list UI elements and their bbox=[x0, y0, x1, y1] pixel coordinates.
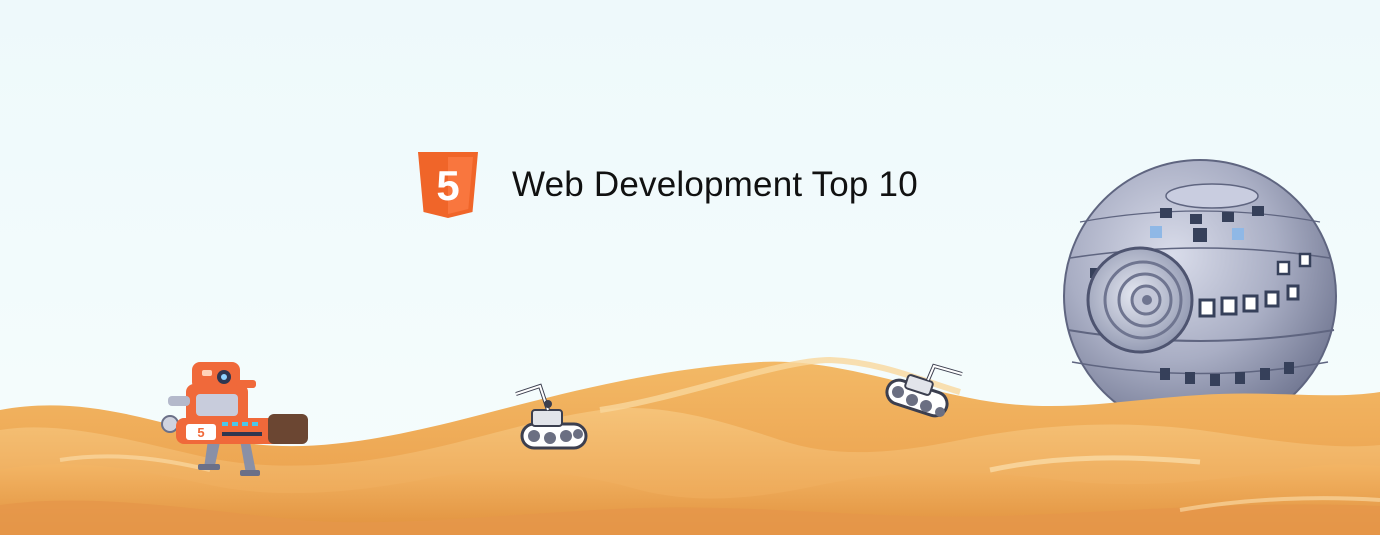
desert-scene: 5 bbox=[0, 0, 1380, 535]
banner: 5 5 Web Development Top 10 bbox=[0, 0, 1380, 535]
html5-logo-number: 5 bbox=[436, 162, 459, 209]
robot-badge: 5 bbox=[197, 425, 204, 440]
page-title: Web Development Top 10 bbox=[512, 165, 918, 204]
space-station-sphere bbox=[1063, 159, 1337, 433]
html5-shield-icon: 5 bbox=[418, 152, 478, 218]
title-group: 5 Web Development Top 10 bbox=[418, 152, 918, 218]
